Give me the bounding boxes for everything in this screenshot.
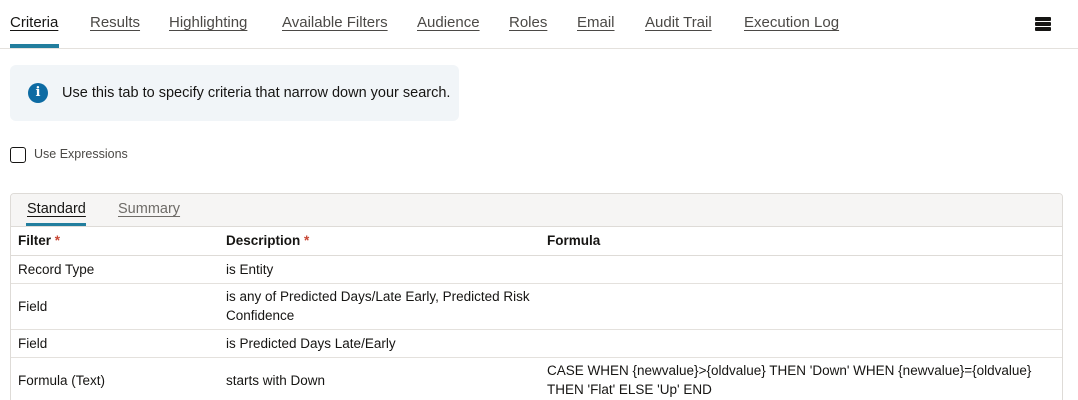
tab-audience[interactable]: Audience bbox=[417, 14, 480, 31]
required-marker: * bbox=[54, 233, 61, 249]
criteria-table: Filter * Description * Formula Record Ty… bbox=[11, 227, 1062, 400]
use-expressions-label[interactable]: Use Expressions bbox=[34, 147, 128, 161]
column-header-description: Description * bbox=[219, 227, 540, 256]
formula-cell[interactable] bbox=[540, 329, 1062, 358]
subtab-summary[interactable]: Summary bbox=[118, 201, 180, 217]
criteria-panel: Standard Summary Filter * Description * … bbox=[10, 193, 1063, 400]
subtab-bar: Standard Summary bbox=[11, 194, 1062, 227]
table-row[interactable]: Field is any of Predicted Days/Late Earl… bbox=[11, 283, 1062, 330]
filter-cell[interactable]: Record Type bbox=[11, 255, 219, 284]
formula-cell[interactable]: CASE WHEN {newvalue}>{oldvalue} THEN 'Do… bbox=[540, 357, 1062, 400]
required-marker: * bbox=[304, 233, 310, 249]
filter-cell[interactable]: Field bbox=[11, 329, 219, 358]
hamburger-menu-icon[interactable] bbox=[1033, 14, 1053, 34]
description-cell[interactable]: is Entity bbox=[219, 255, 540, 284]
table-row[interactable]: Formula (Text) starts with Down CASE WHE… bbox=[11, 357, 1062, 400]
tab-execution-log[interactable]: Execution Log bbox=[744, 14, 839, 31]
tab-highlighting[interactable]: Highlighting bbox=[169, 14, 247, 31]
tab-audit-trail[interactable]: Audit Trail bbox=[645, 14, 712, 31]
info-message-text: Use this tab to specify criteria that na… bbox=[62, 85, 451, 101]
formula-cell[interactable] bbox=[540, 255, 1062, 284]
tab-email[interactable]: Email bbox=[577, 14, 615, 31]
table-row[interactable]: Field is Predicted Days Late/Early bbox=[11, 329, 1062, 358]
table-header-row: Filter * Description * Formula bbox=[11, 227, 1062, 256]
active-subtab-indicator bbox=[26, 223, 86, 226]
info-icon: i bbox=[28, 83, 48, 103]
tab-criteria[interactable]: Criteria bbox=[10, 14, 58, 31]
description-cell[interactable]: is any of Predicted Days/Late Early, Pre… bbox=[219, 283, 540, 330]
formula-cell[interactable] bbox=[540, 283, 1062, 330]
use-expressions-checkbox[interactable] bbox=[10, 147, 26, 163]
tab-results[interactable]: Results bbox=[90, 14, 140, 31]
column-header-filter: Filter * bbox=[11, 227, 219, 256]
tab-roles[interactable]: Roles bbox=[509, 14, 547, 31]
filter-cell[interactable]: Formula (Text) bbox=[11, 357, 219, 400]
info-message: i Use this tab to specify criteria that … bbox=[10, 65, 459, 121]
column-header-formula: Formula bbox=[540, 227, 1062, 256]
description-cell[interactable]: starts with Down bbox=[219, 357, 540, 400]
filter-cell[interactable]: Field bbox=[11, 283, 219, 330]
tab-available-filters[interactable]: Available Filters bbox=[282, 14, 388, 31]
active-tab-indicator bbox=[10, 44, 59, 48]
main-tab-bar: Criteria Results Highlighting Available … bbox=[0, 0, 1078, 49]
subtab-standard[interactable]: Standard bbox=[27, 201, 86, 217]
table-row[interactable]: Record Type is Entity bbox=[11, 255, 1062, 284]
description-cell[interactable]: is Predicted Days Late/Early bbox=[219, 329, 540, 358]
